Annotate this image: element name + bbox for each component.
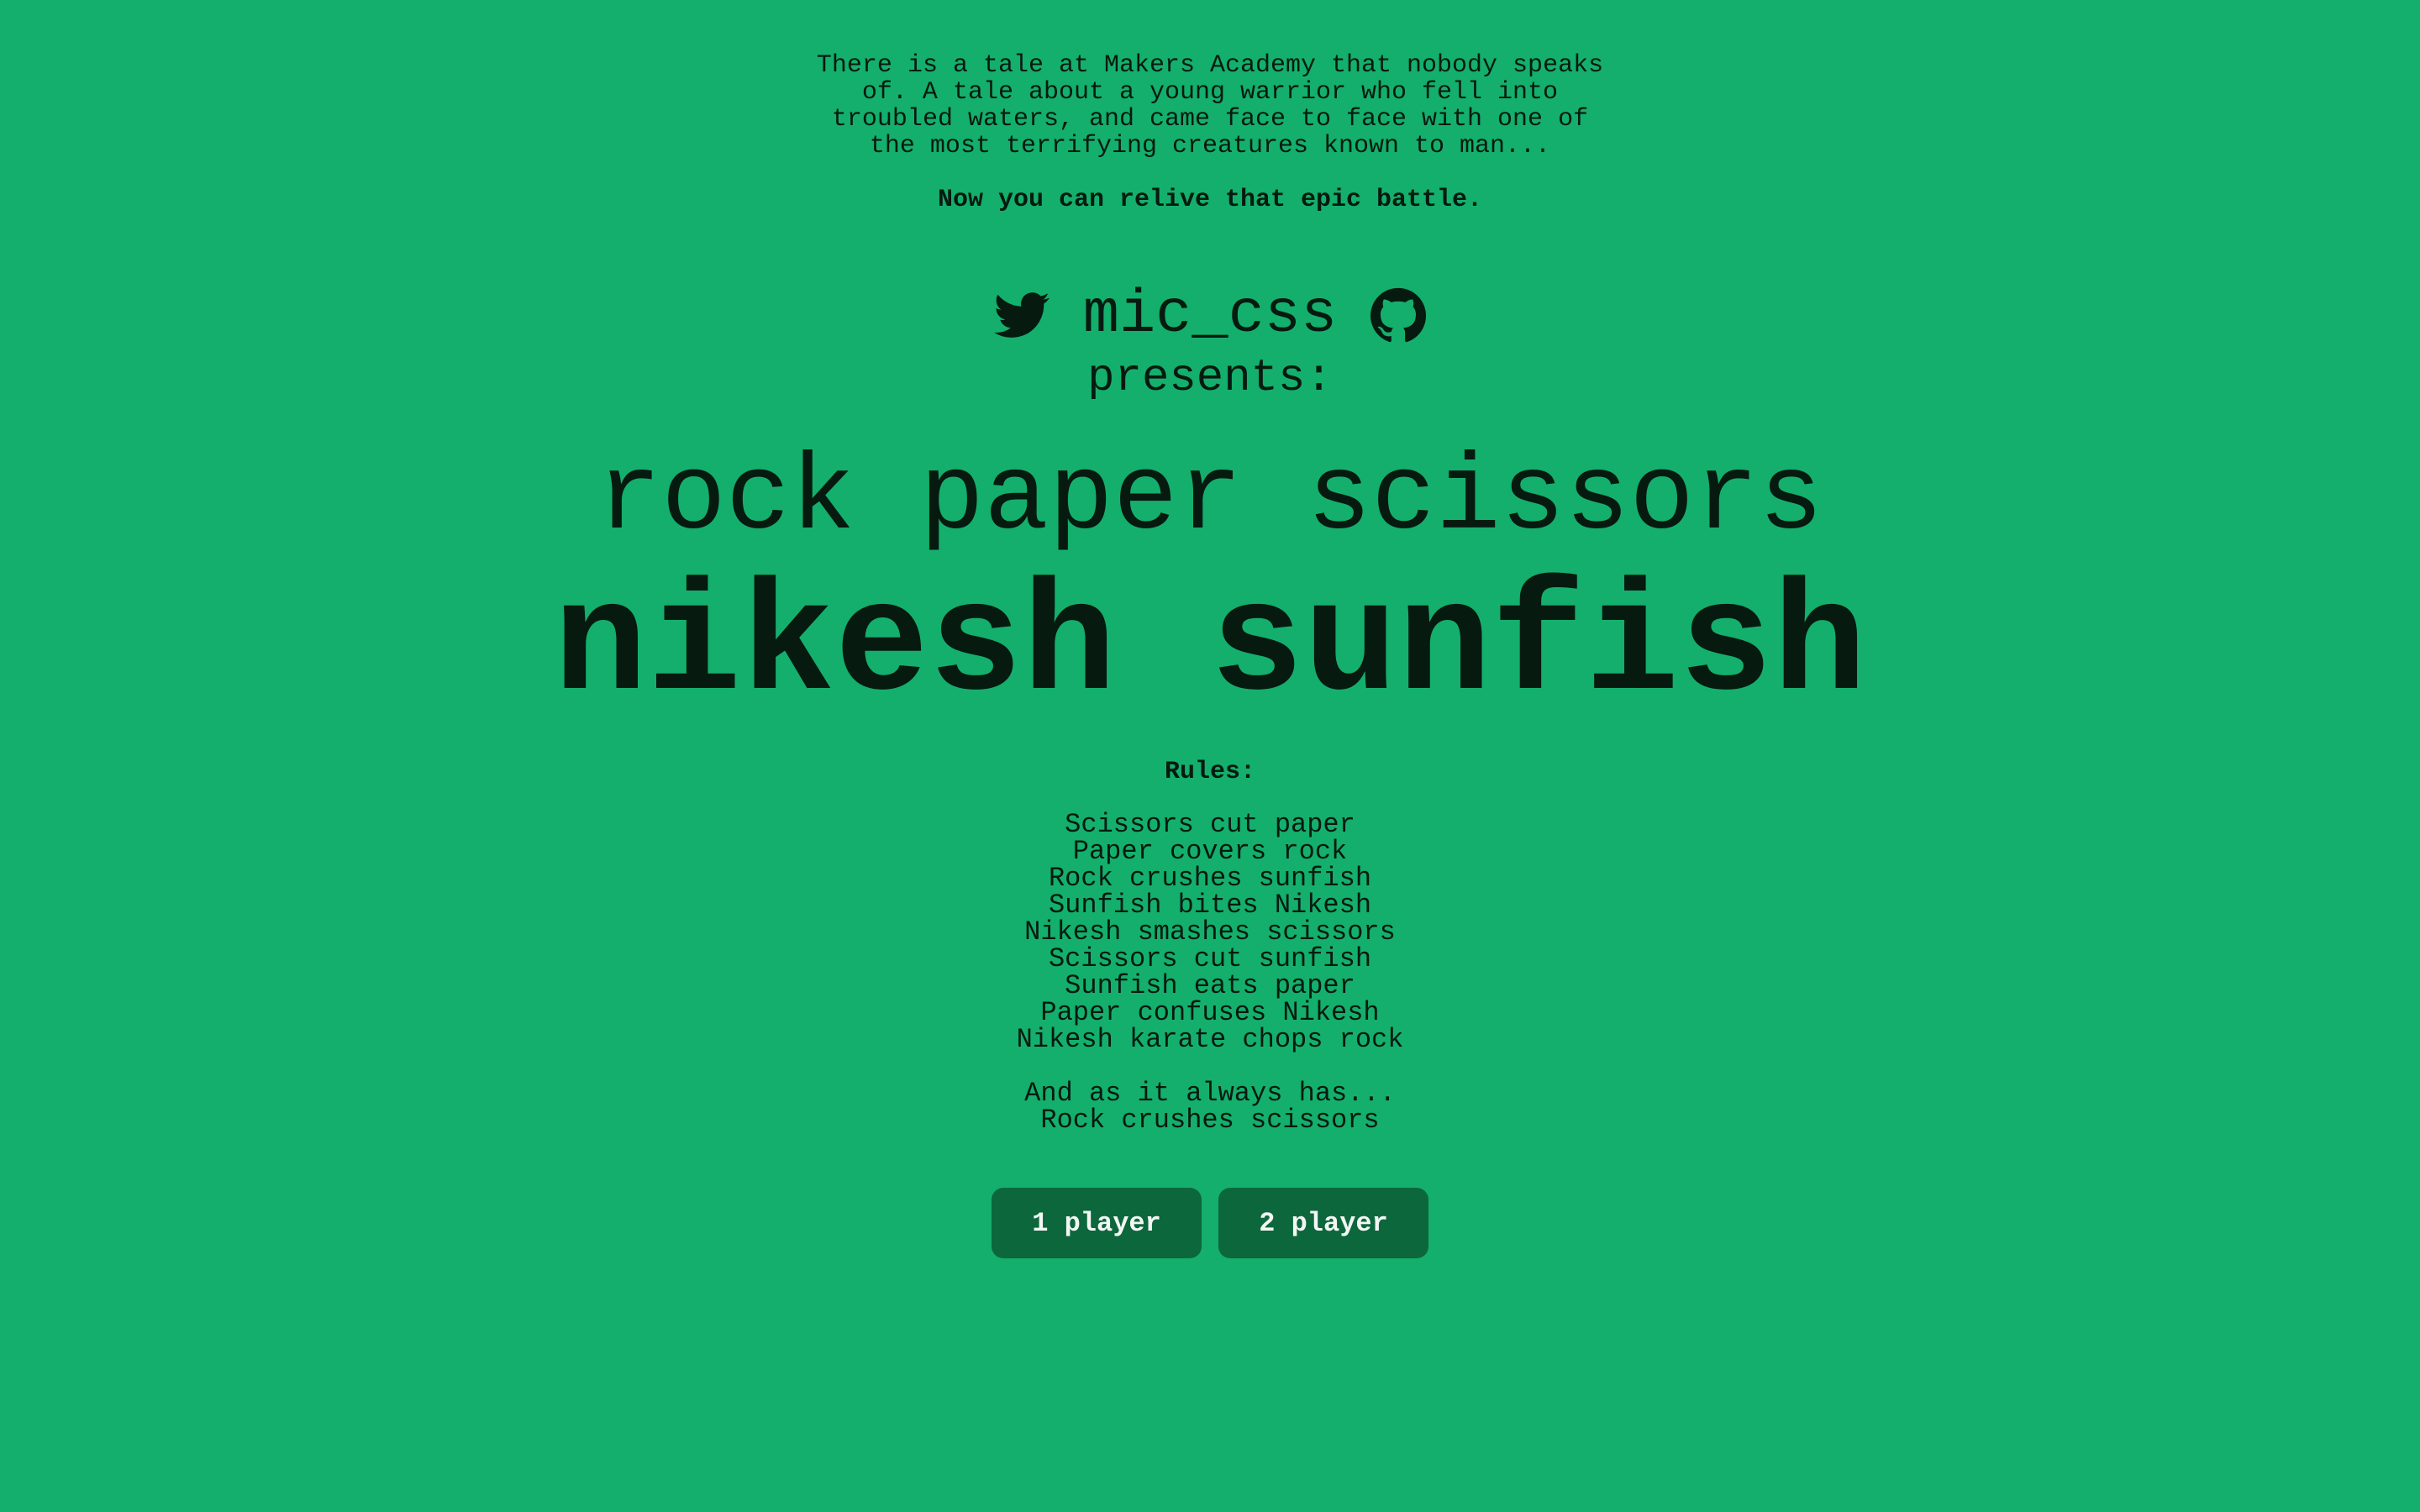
game-subtitle: rock paper scissors — [597, 438, 1823, 560]
intro-line: of. A tale about a young warrior who fel… — [861, 78, 1559, 107]
player-mode-buttons: 1 player 2 player — [0, 1188, 2420, 1258]
landing-page: There is a tale at Makers Academy that n… — [0, 0, 2420, 1512]
finale-line: Rock crushes scissors — [1040, 1105, 1380, 1136]
intro-paragraph: There is a tale at Makers Academy that n… — [0, 52, 2420, 160]
twitter-bird-icon[interactable] — [992, 286, 1051, 344]
rule-item: Sunfish bites Nikesh — [1048, 890, 1372, 921]
rules-finale: And as it always has... Rock crushes sci… — [0, 1080, 2420, 1134]
author-row: mic_css — [0, 277, 2420, 353]
rule-item: Rock crushes sunfish — [1048, 863, 1372, 894]
game-title: nikesh sunfish — [553, 558, 1867, 735]
finale-line: And as it always has... — [1024, 1078, 1396, 1109]
one-player-button[interactable]: 1 player — [992, 1188, 1202, 1258]
rules-heading: Rules: — [1164, 758, 1256, 786]
rule-item: Nikesh karate chops rock — [1016, 1024, 1404, 1055]
rules-list: Scissors cut paper Paper covers rock Roc… — [0, 811, 2420, 1053]
intro-line: troubled waters, and came face to face w… — [831, 105, 1589, 134]
intro-line: There is a tale at Makers Academy that n… — [816, 51, 1604, 80]
rule-item: Scissors cut paper — [1065, 809, 1355, 840]
intro-line: the most terrifying creatures known to m… — [869, 132, 1551, 160]
two-player-button[interactable]: 2 player — [1218, 1188, 1428, 1258]
rule-item: Scissors cut sunfish — [1048, 943, 1372, 974]
rule-item: Nikesh smashes scissors — [1024, 916, 1396, 948]
rule-item: Paper covers rock — [1072, 836, 1348, 867]
author-handle: mic_css — [1082, 281, 1338, 349]
rule-item: Paper confuses Nikesh — [1040, 997, 1380, 1028]
presents-label: presents: — [1087, 353, 1333, 404]
github-octocat-icon[interactable] — [1369, 286, 1428, 344]
tagline: Now you can relive that epic battle. — [937, 186, 1483, 214]
rule-item: Sunfish eats paper — [1065, 970, 1355, 1001]
